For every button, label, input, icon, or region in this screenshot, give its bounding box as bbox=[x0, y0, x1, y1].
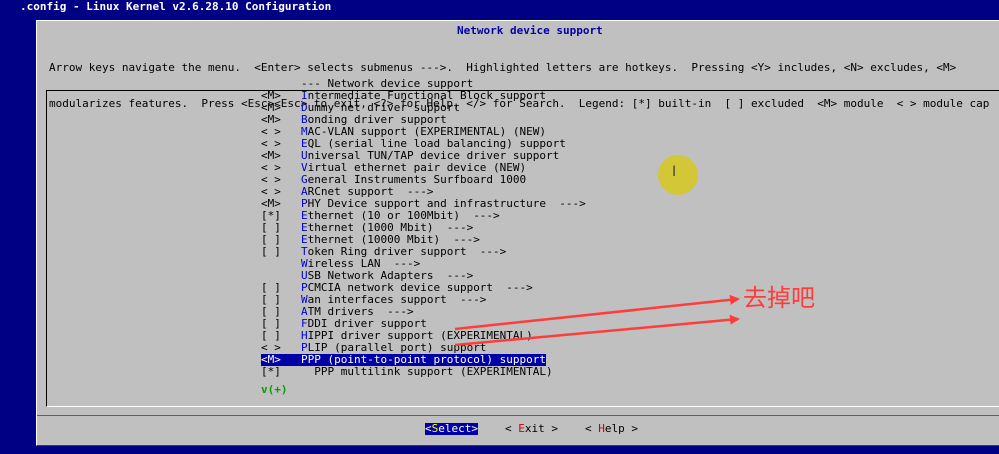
exit-button-hotkey: E bbox=[518, 422, 525, 435]
annotation-text: 去掉吧 bbox=[743, 284, 815, 312]
select-button-open: < bbox=[425, 422, 432, 435]
window-title: .config - Linux Kernel v2.6.28.10 Config… bbox=[0, 0, 999, 14]
menu-item-state[interactable]: [ ] bbox=[261, 246, 301, 258]
button-separator bbox=[37, 415, 999, 416]
menu-list: --- Network device support <M> Intermediat… bbox=[261, 78, 586, 378]
menu-item-text: PPP multilink support (EXPERIMENTAL) bbox=[301, 365, 553, 378]
menu-item[interactable]: [*] PPP multilink support (EXPERIMENTAL) bbox=[261, 366, 586, 378]
more-indicator: v(+) bbox=[261, 383, 288, 396]
help-button[interactable]: < Help > bbox=[585, 423, 638, 435]
select-button-rest: elect> bbox=[438, 422, 478, 435]
exit-button-open: < bbox=[505, 422, 519, 435]
help-button-open: < bbox=[585, 422, 599, 435]
exit-button-rest: xit > bbox=[524, 422, 558, 435]
exit-button[interactable]: < Exit > bbox=[505, 423, 558, 435]
help-button-hotkey: H bbox=[598, 422, 605, 435]
menu-item-label: PPP multilink support (EXPERIMENTAL) bbox=[301, 365, 553, 378]
help-button-rest: elp > bbox=[604, 422, 638, 435]
help-line-1: Arrow keys navigate the menu. <Enter> se… bbox=[49, 61, 957, 74]
menu-item-state[interactable]: [*] bbox=[261, 366, 301, 378]
select-button[interactable]: <Select> bbox=[425, 423, 478, 435]
mouse-cursor-highlight bbox=[658, 155, 698, 195]
text-cursor-icon: I bbox=[672, 164, 677, 180]
dialog-title: Network device support bbox=[457, 24, 603, 37]
